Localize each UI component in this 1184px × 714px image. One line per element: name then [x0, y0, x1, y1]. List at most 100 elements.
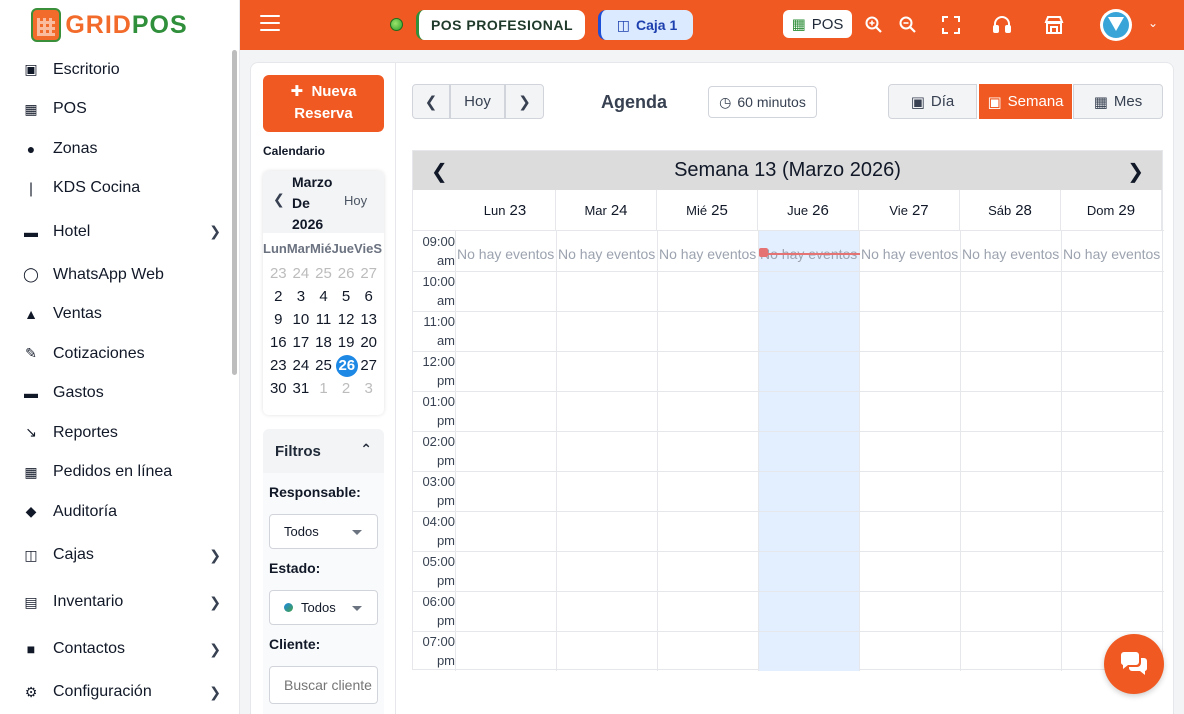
view-month-button[interactable]: ▦ Mes — [1073, 84, 1163, 119]
caja-badge[interactable]: ◫ Caja 1 — [598, 10, 693, 40]
view-week-button[interactable]: ▣ Semana — [979, 84, 1072, 119]
estado-select[interactable]: Todos — [269, 590, 378, 625]
sidebar-item-inventario[interactable]: ▤ Inventario ❯ — [0, 579, 239, 626]
shop-icon[interactable] — [1043, 14, 1065, 36]
mini-day[interactable]: 27 — [357, 355, 380, 377]
mini-day[interactable]: 6 — [357, 286, 380, 308]
caret-down-icon — [352, 530, 362, 535]
mini-day[interactable]: 26 — [335, 263, 358, 285]
sidebar-item-contactos[interactable]: ■ Contactos ❯ — [0, 626, 239, 673]
mini-day[interactable]: 24 — [290, 263, 313, 285]
mini-day[interactable]: 13 — [357, 309, 380, 331]
map-pin-icon: ● — [26, 140, 36, 157]
mini-day[interactable]: 3 — [290, 286, 313, 308]
sidebar-scrollbar[interactable] — [232, 50, 237, 375]
zoom-out-icon[interactable] — [897, 14, 919, 36]
mini-day[interactable]: 4 — [312, 286, 335, 308]
sidebar-item-configuración[interactable]: ⚙ Configuración ❯ — [0, 673, 239, 713]
today-button[interactable]: Hoy — [450, 84, 505, 119]
mini-day[interactable]: 25 — [312, 263, 335, 285]
mini-day[interactable]: 18 — [312, 332, 335, 354]
next-week-button[interactable]: ❯ — [505, 84, 544, 119]
mini-day[interactable]: 30 — [267, 378, 290, 400]
mini-day[interactable]: 23 — [267, 355, 290, 377]
day-header-sáb[interactable]: Sáb 28 — [960, 190, 1061, 231]
sidebar-item-ventas[interactable]: ▲ Ventas — [0, 295, 239, 335]
hour-gridline — [413, 631, 1164, 632]
sidebar-item-pos[interactable]: ▦ POS — [0, 90, 239, 130]
sidebar-item-hotel[interactable]: ▬ Hotel ❯ — [0, 208, 239, 255]
mini-day[interactable]: 27 — [357, 263, 380, 285]
interval-selector[interactable]: ◷ 60 minutos — [708, 86, 817, 118]
sidebar-nav: ▣ Escritorio ▦ POS ● Zonas ❘ KDS Cocina ▬ Hotel ❯ ◯… — [0, 50, 239, 712]
chat-button[interactable] — [1104, 634, 1164, 694]
new-reservation-button[interactable]: ✚ Nueva Reserva — [263, 75, 384, 132]
register-icon: ▦ — [24, 100, 38, 117]
mini-day[interactable]: 5 — [335, 286, 358, 308]
day-number: 28 — [1015, 202, 1032, 219]
chevron-down-icon[interactable]: ⌄ — [1148, 16, 1158, 30]
user-avatar-icon — [1103, 12, 1129, 38]
chevron-right-icon[interactable]: ❯ — [1127, 159, 1144, 184]
mini-day[interactable]: 23 — [267, 263, 290, 285]
sidebar: GRIDPOS ▣ Escritorio ▦ POS ● Zonas ❘ KDS Cocina… — [0, 0, 240, 714]
mini-day[interactable]: 17 — [290, 332, 313, 354]
mini-day[interactable]: 31 — [290, 378, 313, 400]
headset-icon[interactable] — [991, 14, 1013, 36]
mini-day[interactable]: 2 — [335, 378, 358, 400]
sidebar-item-whatsapp-web[interactable]: ◯ WhatsApp Web — [0, 255, 239, 295]
day-number: 24 — [610, 202, 628, 219]
pos-button[interactable]: ▦ POS — [783, 10, 852, 38]
mini-day[interactable]: 2 — [267, 286, 290, 308]
mini-day[interactable]: 16 — [267, 332, 290, 354]
sidebar-item-cotizaciones[interactable]: ✎ Cotizaciones — [0, 334, 239, 374]
sidebar-item-auditoría[interactable]: ◆ Auditoría — [0, 492, 239, 532]
mini-day[interactable]: 1 — [312, 378, 335, 400]
mini-weekday: Lun — [263, 240, 287, 256]
day-header-jue[interactable]: Jue 26 — [758, 190, 859, 231]
current-time-line — [759, 253, 860, 255]
week-time-grid[interactable]: 09:00 am 10:00 am 11:00 am 12:00 pm 01:00 pm 02:00… — [413, 231, 1164, 671]
day-header-mié[interactable]: Mié 25 — [657, 190, 758, 231]
mini-day[interactable]: 11 — [312, 309, 335, 331]
sidebar-item-pedidos-en-línea[interactable]: ▦ Pedidos en línea — [0, 453, 239, 493]
avatar[interactable] — [1100, 9, 1132, 41]
chevron-right-icon: ❯ — [209, 593, 221, 610]
zoom-in-icon[interactable] — [863, 14, 885, 36]
sidebar-item-kds-cocina[interactable]: ❘ KDS Cocina — [0, 169, 239, 209]
fullscreen-icon[interactable] — [940, 14, 962, 36]
sidebar-item-gastos[interactable]: ▬ Gastos — [0, 374, 239, 414]
mini-day[interactable]: 19 — [335, 332, 358, 354]
chevron-left-icon[interactable]: ❮ — [273, 191, 285, 208]
sidebar-item-cajas[interactable]: ◫ Cajas ❯ — [0, 532, 239, 579]
day-header-mar[interactable]: Mar 24 — [556, 190, 657, 231]
day-header-vie[interactable]: Vie 27 — [859, 190, 960, 231]
brand-logo[interactable]: GRIDPOS — [0, 0, 239, 50]
prev-week-button[interactable]: ❮ — [412, 84, 450, 119]
mini-today-button[interactable]: Hoy — [344, 193, 367, 208]
menu-toggle-icon[interactable] — [260, 15, 280, 35]
mini-day-today[interactable]: 26 — [335, 355, 358, 377]
sidebar-item-escritorio[interactable]: ▣ Escritorio — [0, 50, 239, 90]
cliente-search-input[interactable] — [269, 666, 378, 704]
responsable-select[interactable]: Todos — [269, 514, 378, 549]
mini-day[interactable]: 10 — [290, 309, 313, 331]
day-name: Mar — [584, 203, 607, 218]
mini-day[interactable]: 20 — [357, 332, 380, 354]
mini-day[interactable]: 24 — [290, 355, 313, 377]
hour-gridline — [413, 351, 1164, 352]
day-header-dom[interactable]: Dom 29 — [1061, 190, 1162, 231]
mini-day[interactable]: 12 — [335, 309, 358, 331]
day-header-lun[interactable]: Lun 23 — [455, 190, 556, 231]
chevron-up-icon[interactable]: ⌃ — [360, 441, 372, 458]
view-day-button[interactable]: ▣ Día — [888, 84, 977, 119]
mini-day[interactable]: 9 — [267, 309, 290, 331]
sidebar-item-reportes[interactable]: ↘ Reportes — [0, 413, 239, 453]
chevron-left-icon[interactable]: ❮ — [431, 159, 448, 184]
mini-day[interactable]: 3 — [357, 378, 380, 400]
mini-day[interactable]: 25 — [312, 355, 335, 377]
plan-badge[interactable]: POS PROFESIONAL — [416, 10, 585, 40]
sidebar-item-zonas[interactable]: ● Zonas — [0, 129, 239, 169]
time-hour: 01:00 — [422, 394, 455, 409]
filters-header[interactable]: Filtros ⌃ — [263, 429, 384, 473]
